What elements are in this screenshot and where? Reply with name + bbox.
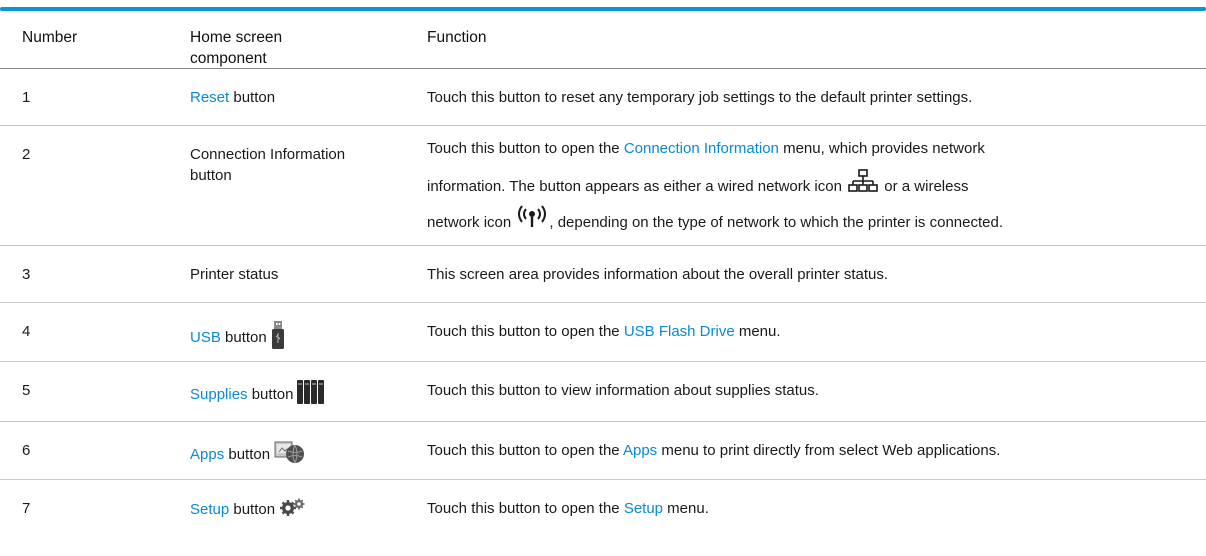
usb-flash-drive-link[interactable]: USB Flash Drive [624,323,735,340]
function-text: menu to print directly from select Web a… [657,442,1001,459]
header-number: Number [22,29,78,46]
table-row: 5 Supplies button Touch this button to v… [0,362,1206,422]
table-row: 6 Apps button Touch this button to open … [0,422,1206,480]
function-text: Touch this button to open the [427,500,624,517]
header-component-line2: component [190,50,267,67]
function-text: information. The button appears as eithe… [427,177,847,195]
row-number: 6 [22,442,31,459]
function-text: menu. [663,500,709,517]
row-component: Reset button [190,87,410,108]
row-component: Setup button [190,498,410,522]
row-function: Touch this button to open the Setup menu… [427,498,1197,519]
row-component: Apps button [190,440,410,470]
row-function: Touch this button to open the USB Flash … [427,321,1197,342]
table-row: 4 USB button Touch this button to open t… [0,303,1206,362]
header-function: Function [427,29,487,46]
setup-link[interactable]: Setup [190,501,229,518]
row-number: 1 [22,89,31,106]
home-screen-components-table: Number Home screen component Function 1 … [0,11,1206,538]
row-number: 7 [22,500,31,517]
component-suffix: button [229,500,276,518]
function-text: or a wireless [880,177,969,195]
row-function: This screen area provides information ab… [427,266,889,283]
row-function: Touch this button to open the Connection… [427,138,1197,241]
function-text: Touch this button to open the [427,442,623,459]
header-component: Home screen component [190,27,410,69]
usb-drive-icon [271,321,285,355]
setup-gears-icon [279,498,305,522]
supplies-link[interactable]: Supplies [190,386,248,403]
table-row: 3 Printer status This screen area provid… [0,246,1206,303]
row-component: Supplies button [190,380,410,410]
function-text: network icon [427,213,516,231]
row-number: 2 [22,146,31,163]
function-text: menu, which provides network [778,140,985,157]
row-function: Touch this button to reset any temporary… [427,89,973,106]
row-number: 3 [22,266,31,283]
usb-link[interactable]: USB [190,329,221,346]
component-line1: Connection Information [190,146,346,163]
table-row: 2 Connection Information button Touch th… [0,126,1206,246]
supplies-cartridges-icon [297,380,325,410]
table-row: 7 Setup button Touch this button to open… [0,480,1206,538]
setup-menu-link[interactable]: Setup [624,500,663,517]
component-suffix: button [229,89,276,106]
header-component-line1: Home screen [190,29,283,46]
row-component: Printer status [190,266,279,283]
row-component: Connection Information button [190,144,410,186]
wireless-network-icon [517,205,547,241]
row-number: 5 [22,382,31,399]
row-number: 4 [22,323,31,340]
connection-information-link[interactable]: Connection Information [624,140,779,157]
table-row: 1 Reset button Touch this button to rese… [0,69,1206,126]
function-text: Touch this button to open the [427,140,624,157]
row-component: USB button [190,321,410,355]
apps-menu-link[interactable]: Apps [623,442,657,459]
apps-globe-icon [274,440,306,470]
reset-link[interactable]: Reset [190,89,229,106]
table-header-row: Number Home screen component Function [0,11,1206,69]
wired-network-icon [848,169,878,205]
function-text: menu. [734,323,781,340]
apps-link[interactable]: Apps [190,446,224,463]
component-suffix: button [224,445,271,463]
row-function: Touch this button to open the Apps menu … [427,440,1197,461]
component-line2: button [190,167,232,184]
function-text: , depending on the type of network to wh… [549,213,1003,231]
component-suffix: button [247,385,294,403]
row-function: Touch this button to view information ab… [427,382,819,399]
component-suffix: button [220,328,267,346]
function-text: Touch this button to open the [427,323,624,340]
